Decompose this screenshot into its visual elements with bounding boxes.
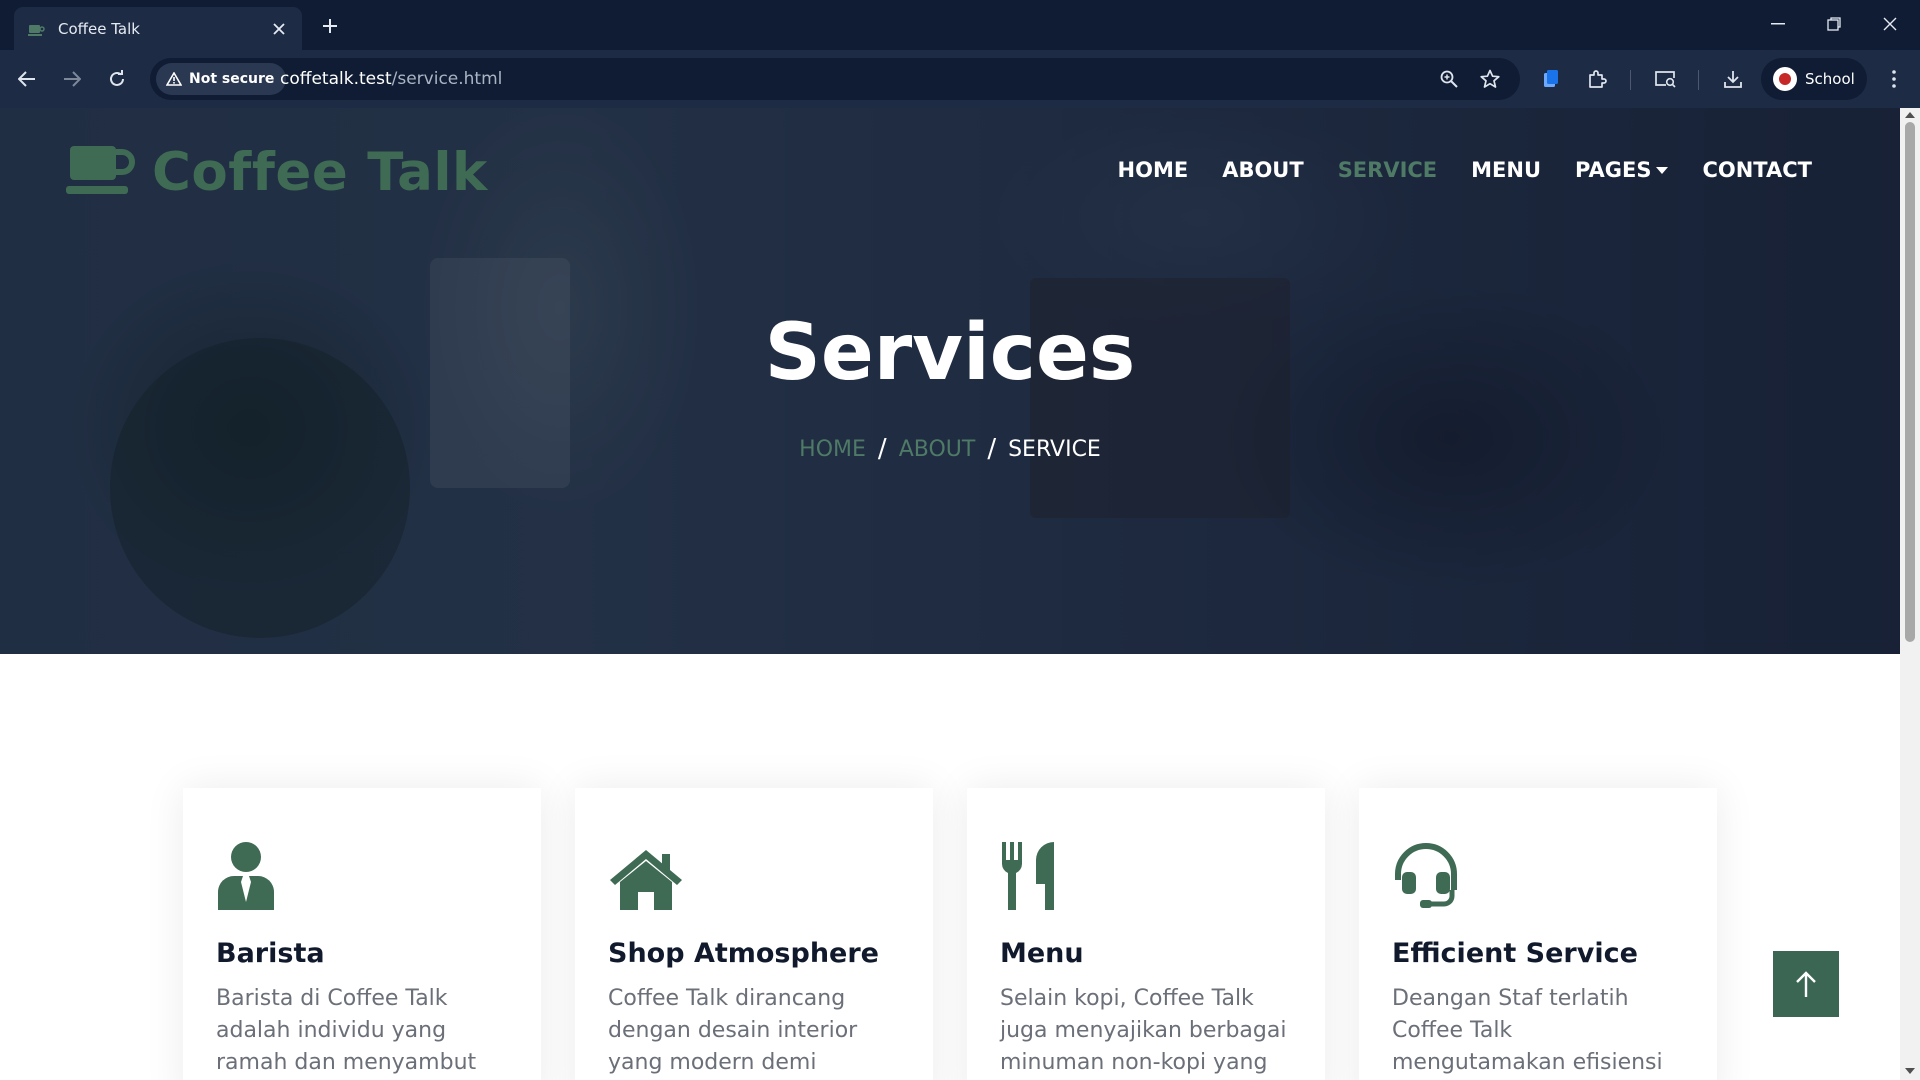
cast-search-icon[interactable] <box>1649 63 1681 95</box>
page-title: Services <box>764 308 1136 398</box>
scroll-down-arrow-icon[interactable] <box>1905 1068 1915 1074</box>
arrow-up-icon <box>1796 971 1816 997</box>
breadcrumb-separator: / <box>877 434 887 464</box>
bookmark-star-icon[interactable] <box>1476 65 1504 93</box>
warning-triangle-icon <box>166 72 182 86</box>
browser-tab-strip: Coffee Talk <box>0 0 1920 50</box>
hero-header: Coffee Talk HOME ABOUT SERVICE MENU PAGE… <box>0 108 1900 654</box>
breadcrumb-current: SERVICE <box>1008 436 1101 462</box>
breadcrumb-about[interactable]: ABOUT <box>899 437 976 462</box>
user-tie-icon <box>216 840 508 910</box>
coffee-cup-favicon-icon <box>28 22 46 36</box>
site-logo[interactable]: Coffee Talk <box>66 142 488 203</box>
back-arrow-icon[interactable] <box>9 61 45 97</box>
card-text: Deangan Staf terlatih Coffee Talk mengut… <box>1392 986 1663 1075</box>
url-text[interactable]: coffetalk.test/service.html <box>280 58 502 100</box>
url-host: coffetalk.test <box>280 69 392 89</box>
nav-pages-label: PAGES <box>1575 158 1652 182</box>
card-title: Efficient Service <box>1392 938 1638 969</box>
profile-name: School <box>1805 70 1855 88</box>
nav-pages-dropdown[interactable]: PAGES <box>1575 158 1669 182</box>
profile-button[interactable]: School <box>1761 58 1867 100</box>
service-card-efficient-service: Efficient Service Deangan Staf terlatih … <box>1359 788 1717 1080</box>
address-bar[interactable]: Not secure coffetalk.test/service.html <box>150 58 1520 100</box>
service-card-menu: Menu Selain kopi, Coffee Talk juga menya… <box>967 788 1325 1080</box>
scrollbar-thumb[interactable] <box>1905 122 1915 642</box>
page-viewport: Coffee Talk HOME ABOUT SERVICE MENU PAGE… <box>0 108 1920 1080</box>
minimize-window-icon[interactable] <box>1750 6 1806 42</box>
breadcrumb-home[interactable]: HOME <box>799 437 866 462</box>
service-card-barista: Barista Barista di Coffee Talk adalah in… <box>183 788 541 1080</box>
scroll-up-arrow-icon[interactable] <box>1905 112 1915 118</box>
extension-docs-icon[interactable] <box>1535 63 1567 95</box>
home-icon <box>608 840 900 910</box>
nav-about[interactable]: ABOUT <box>1222 158 1304 182</box>
utensils-icon <box>1000 840 1292 910</box>
logo-text: Coffee Talk <box>152 142 488 203</box>
card-title: Barista <box>216 938 325 969</box>
close-window-icon[interactable] <box>1862 6 1918 42</box>
toolbar-divider <box>1698 70 1699 90</box>
close-tab-icon[interactable] <box>264 14 294 44</box>
browser-toolbar: Not secure coffetalk.test/service.html S… <box>0 50 1920 108</box>
service-card-shop-atmosphere: Shop Atmosphere Coffee Talk dirancang de… <box>575 788 933 1080</box>
nav-service[interactable]: SERVICE <box>1338 158 1437 182</box>
back-to-top-button[interactable] <box>1773 951 1839 1017</box>
card-text: Barista di Coffee Talk adalah individu y… <box>216 986 477 1075</box>
url-path: /service.html <box>391 69 503 89</box>
tab-title: Coffee Talk <box>58 19 140 38</box>
site-security-chip[interactable]: Not secure <box>156 63 287 95</box>
more-menu-icon[interactable] <box>1878 63 1910 95</box>
card-title: Shop Atmosphere <box>608 938 879 969</box>
main-navigation: HOME ABOUT SERVICE MENU PAGES CONTACT <box>1084 158 1812 182</box>
caret-down-icon <box>1656 166 1669 174</box>
zoom-icon[interactable] <box>1435 65 1463 93</box>
headset-icon <box>1392 840 1684 910</box>
browser-tab[interactable]: Coffee Talk <box>14 7 302 50</box>
security-label: Not secure <box>189 71 275 87</box>
card-text: Coffee Talk dirancang dengan desain inte… <box>608 986 858 1075</box>
breadcrumb: HOME / ABOUT / SERVICE <box>0 434 1900 464</box>
card-text: Selain kopi, Coffee Talk juga menyajikan… <box>1000 986 1287 1075</box>
coffee-cup-icon <box>66 145 136 200</box>
forward-arrow-icon[interactable] <box>54 61 90 97</box>
profile-avatar-icon <box>1773 67 1797 91</box>
new-tab-button[interactable] <box>314 10 346 42</box>
breadcrumb-separator: / <box>987 434 997 464</box>
nav-menu[interactable]: MENU <box>1471 158 1541 182</box>
page-scrollbar[interactable] <box>1900 108 1920 1080</box>
download-icon[interactable] <box>1717 63 1749 95</box>
toolbar-divider <box>1630 70 1631 90</box>
extensions-puzzle-icon[interactable] <box>1581 63 1613 95</box>
card-title: Menu <box>1000 938 1084 969</box>
reload-icon[interactable] <box>99 61 135 97</box>
nav-home[interactable]: HOME <box>1118 158 1189 182</box>
nav-contact[interactable]: CONTACT <box>1702 158 1812 182</box>
restore-window-icon[interactable] <box>1806 6 1862 42</box>
